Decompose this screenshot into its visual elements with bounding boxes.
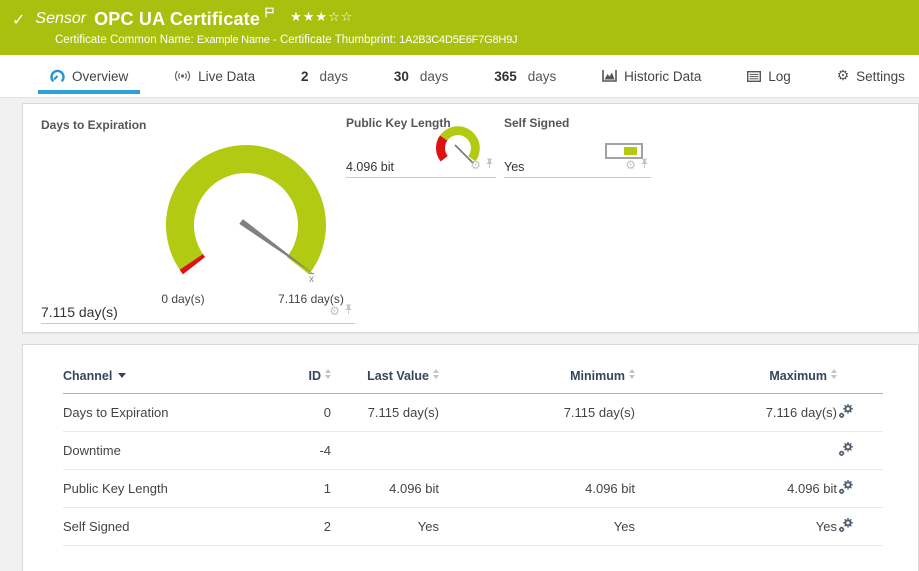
channel-last-value: Yes [504,160,524,174]
cell-id: -4 [253,432,331,470]
priority-stars[interactable]: ★★★☆☆ [290,10,353,25]
cell-channel: Days to Expiration [63,394,253,432]
gauge-days-to-expiration: Days to Expiration x 0 day(s) 7.116 day(… [41,118,355,324]
channels-table-panel: Channel ID Last Value Minimum Maximum Da… [22,344,919,571]
sort-desc-caret-icon [118,373,126,378]
tab-number: 30 [394,69,409,84]
channel-settings-gears-icon[interactable] [837,394,883,432]
boolean-indicator-knob [624,147,637,155]
column-header-last-value[interactable]: Last Value [331,369,439,394]
settings-gear-icon: ⚙ [837,69,850,83]
tab-settings[interactable]: ⚙ Settings [835,55,907,97]
gauge-min-label: 0 day(s) [136,292,230,306]
historic-data-chart-icon [602,70,617,82]
sensor-banner: ✓ Sensor OPC UA Certificate ★★★☆☆ Certif… [0,0,919,55]
channel-settings-gear-icon[interactable]: ⚙ [470,159,481,171]
pin-icon[interactable] [640,156,649,174]
tab-log[interactable]: Log [745,55,793,97]
channel-settings-gears-icon[interactable] [837,508,883,546]
tab-365-days[interactable]: 365 days [492,55,558,97]
log-list-icon [747,71,761,82]
sensor-message: Certificate Common Name: Example Name - … [10,34,909,46]
overview-content: Days to Expiration x 0 day(s) 7.116 day(… [0,98,919,571]
cell-maximum [635,432,837,470]
sort-toggle-icon [325,369,331,379]
tab-label: Log [768,69,791,84]
column-header-id[interactable]: ID [253,369,331,394]
pin-icon[interactable] [344,302,353,320]
object-kind-label: Sensor [35,10,86,28]
gauges-panel: Days to Expiration x 0 day(s) 7.116 day(… [22,103,919,333]
cell-minimum: 7.115 day(s) [439,394,635,432]
sensor-tab-bar: Overview Live Data 2days 30days 365days … [0,55,919,98]
cell-id: 2 [253,508,331,546]
cell-id: 0 [253,394,331,432]
cell-maximum: Yes [635,508,837,546]
sensor-title: OPC UA Certificate [94,9,260,30]
cell-minimum [439,432,635,470]
cell-minimum: Yes [439,508,635,546]
cell-last-value: 7.115 day(s) [331,394,439,432]
tab-label: Live Data [198,69,255,84]
mean-marker: x [309,273,314,285]
channel-settings-gear-icon[interactable]: ⚙ [329,305,340,317]
cell-channel: Downtime [63,432,253,470]
table-header-row: Channel ID Last Value Minimum Maximum [63,369,883,394]
channels-table: Channel ID Last Value Minimum Maximum Da… [63,369,883,546]
tab-2-days[interactable]: 2 days [299,55,350,97]
cell-id: 1 [253,470,331,508]
channel-settings-gear-icon[interactable]: ⚙ [625,159,636,171]
cell-channel: Public Key Length [63,470,253,508]
table-row: Downtime -4 [63,432,883,470]
cell-minimum: 4.096 bit [439,470,635,508]
live-data-icon [174,70,191,82]
channel-settings-gears-icon[interactable] [837,432,883,470]
column-header-actions [837,369,883,394]
tab-30-days[interactable]: 30 days [392,55,451,97]
channel-last-value: 7.115 day(s) [41,304,118,320]
column-header-minimum[interactable]: Minimum [439,369,635,394]
channel-last-value: 4.096 bit [346,160,394,174]
sort-toggle-icon [433,369,439,379]
column-header-channel[interactable]: Channel [63,369,253,394]
sort-toggle-icon [831,369,837,379]
priority-flag-icon[interactable] [265,5,274,23]
cell-last-value: 4.096 bit [331,470,439,508]
gauge-icon [50,69,65,83]
tab-label: Settings [856,69,905,84]
tab-word: days [420,69,449,84]
pin-icon[interactable] [485,156,494,174]
gauge-self-signed: Self Signed Yes ⚙ [504,116,651,178]
table-row: Days to Expiration 0 7.115 day(s) 7.115 … [63,394,883,432]
tab-live-data[interactable]: Live Data [172,55,257,97]
tab-number: 2 [301,69,309,84]
column-header-maximum[interactable]: Maximum [635,369,837,394]
sort-toggle-icon [629,369,635,379]
days-to-expiration-gauge-chart [146,130,346,298]
gauge-public-key-length: Public Key Length 4.096 bit ⚙ [346,116,496,178]
cell-last-value [331,432,439,470]
gauge-title: Self Signed [504,116,651,130]
status-ok-check-icon: ✓ [12,10,25,29]
table-row: Public Key Length 1 4.096 bit 4.096 bit … [63,470,883,508]
channel-settings-gears-icon[interactable] [837,470,883,508]
tab-label: Historic Data [624,69,701,84]
tab-historic-data[interactable]: Historic Data [600,55,703,97]
cell-maximum: 7.116 day(s) [635,394,837,432]
tab-overview[interactable]: Overview [48,55,130,97]
tab-number: 365 [494,69,517,84]
cell-maximum: 4.096 bit [635,470,837,508]
tab-word: days [319,69,348,84]
table-row: Self Signed 2 Yes Yes Yes [63,508,883,546]
tab-word: days [528,69,557,84]
tab-label: Overview [72,69,128,84]
cell-last-value: Yes [331,508,439,546]
cell-channel: Self Signed [63,508,253,546]
